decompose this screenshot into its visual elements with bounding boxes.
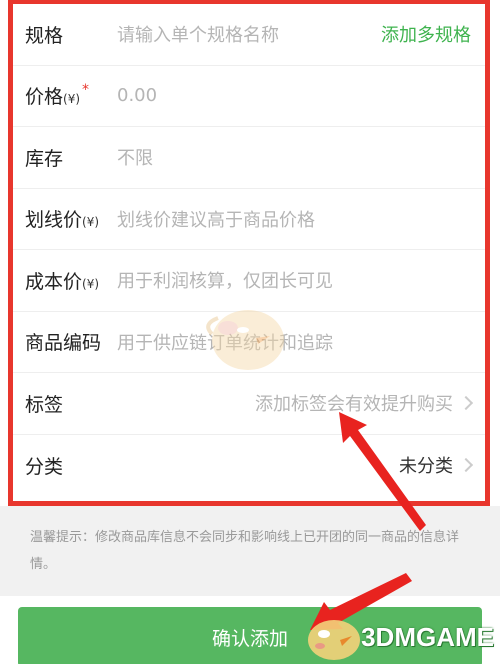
stock-label: 库存 bbox=[25, 147, 64, 170]
cost-price-unit: (¥) bbox=[82, 276, 100, 291]
tag-value[interactable]: 添加标签会有效提升购买 bbox=[117, 390, 453, 416]
price-input[interactable]: 0.00 bbox=[117, 85, 471, 106]
spec-name-input[interactable]: 请输入单个规格名称 bbox=[117, 21, 381, 47]
watermark-text: 3DMGAME bbox=[361, 622, 494, 652]
category-row[interactable]: 分类 未分类 bbox=[13, 435, 485, 497]
cost-price-label: 成本价(¥) bbox=[25, 270, 100, 293]
category-value[interactable]: 未分类 bbox=[117, 452, 453, 478]
chevron-right-icon bbox=[458, 396, 474, 411]
price-row: 价格(¥)* 0.00 bbox=[13, 66, 485, 127]
strike-price-unit: (¥) bbox=[82, 215, 100, 230]
category-label: 分类 bbox=[25, 455, 64, 478]
required-mark: * bbox=[82, 82, 90, 99]
strike-price-row: 划线价(¥) 划线价建议高于商品价格 bbox=[13, 189, 485, 250]
tag-label: 标签 bbox=[25, 393, 64, 416]
spec-label: 规格 bbox=[25, 24, 64, 47]
product-code-label: 商品编码 bbox=[25, 332, 102, 355]
stock-input[interactable]: 不限 bbox=[117, 144, 471, 170]
price-unit: (¥) bbox=[63, 92, 81, 107]
tag-row[interactable]: 标签 添加标签会有效提升购买 bbox=[13, 373, 485, 435]
mascot-watermark-icon bbox=[206, 310, 284, 370]
cost-price-input[interactable]: 用于利润核算，仅团长可见 bbox=[117, 267, 471, 293]
spec-row: 规格 请输入单个规格名称 添加多规格 bbox=[13, 4, 485, 66]
strike-price-input[interactable]: 划线价建议高于商品价格 bbox=[117, 206, 471, 232]
tip-notice: 温馨提示：修改商品库信息不会同步和影响线上已开团的同一商品的信息详情。 bbox=[0, 506, 500, 596]
product-form: 规格 请输入单个规格名称 添加多规格 价格(¥)* 0.00 库存 不限 划线价… bbox=[8, 0, 490, 506]
price-label: 价格(¥)* bbox=[25, 82, 90, 109]
strike-price-label: 划线价(¥) bbox=[25, 209, 100, 232]
add-multi-spec-link[interactable]: 添加多规格 bbox=[381, 21, 471, 47]
stock-row: 库存 不限 bbox=[13, 127, 485, 189]
chevron-right-icon bbox=[458, 458, 474, 473]
